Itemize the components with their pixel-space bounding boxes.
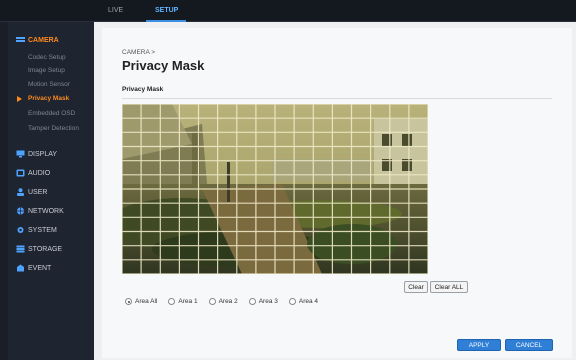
sidebar-category-event[interactable]: EVENT bbox=[16, 262, 51, 274]
radio-label: Area 4 bbox=[298, 298, 319, 305]
sidebar-category-system[interactable]: SYSTEM bbox=[16, 224, 57, 236]
area-radio-group: Area All Area 1 Area 2 Area 3 Area 4 bbox=[125, 298, 329, 305]
sidebar-item-codec-setup[interactable]: Codec Setup bbox=[28, 54, 66, 61]
network-icon bbox=[16, 207, 25, 215]
clear-all-button[interactable]: Clear ALL bbox=[430, 281, 468, 293]
radio-button[interactable] bbox=[208, 298, 216, 305]
sidebar-category-network[interactable]: NETWORK bbox=[16, 205, 64, 217]
sidebar-item-embedded-osd[interactable]: Embedded OSD bbox=[28, 110, 75, 117]
clear-button[interactable]: Clear bbox=[404, 281, 428, 293]
gear-icon bbox=[17, 227, 24, 233]
sidebar-category-label: USER bbox=[28, 188, 48, 196]
audio-icon bbox=[16, 169, 25, 177]
radio-area-4[interactable]: Area 4 bbox=[288, 298, 319, 305]
sidebar-category-audio[interactable]: AUDIO bbox=[16, 167, 50, 179]
tab-setup[interactable]: SETUP bbox=[155, 7, 178, 14]
sidebar-edge bbox=[0, 22, 8, 360]
camera-icon bbox=[16, 37, 25, 42]
sidebar-item-motion-sensor[interactable]: Motion Sensor bbox=[28, 81, 70, 88]
page-title: Privacy Mask bbox=[122, 58, 205, 73]
sidebar-category-storage[interactable]: STORAGE bbox=[16, 243, 62, 255]
radio-area-3[interactable]: Area 3 bbox=[248, 298, 278, 305]
radio-label: Area 1 bbox=[178, 298, 198, 305]
breadcrumb: CAMERA > bbox=[122, 49, 156, 56]
radio-button[interactable] bbox=[288, 298, 296, 305]
sidebar-category-label: NETWORK bbox=[28, 207, 64, 215]
sidebar-category-label: AUDIO bbox=[28, 169, 51, 177]
tab-live[interactable]: LIVE bbox=[108, 7, 123, 14]
sidebar-category-label: EVENT bbox=[28, 264, 52, 272]
radio-area-2[interactable]: Area 2 bbox=[208, 298, 238, 305]
radio-label: Area 2 bbox=[218, 298, 238, 305]
radio-button-checked[interactable] bbox=[125, 298, 132, 305]
radio-button[interactable] bbox=[168, 298, 176, 305]
radio-label: Area 3 bbox=[258, 298, 278, 305]
sidebar-item-tamper-detection[interactable]: Tamper Detection bbox=[28, 125, 79, 132]
sidebar-category-display[interactable]: DISPLAY bbox=[16, 148, 57, 160]
sidebar-item-privacy-mask[interactable]: Privacy Mask bbox=[28, 95, 69, 102]
top-nav-bar: LIVE SETUP bbox=[0, 0, 576, 22]
section-divider bbox=[122, 98, 552, 99]
sidebar-category-camera[interactable]: CAMERA bbox=[16, 34, 59, 46]
sidebar-category-label: STORAGE bbox=[28, 245, 63, 253]
sidebar-category-label: CAMERA bbox=[28, 36, 59, 44]
display-icon bbox=[16, 150, 25, 158]
mask-grid-overlay bbox=[122, 104, 428, 274]
sidebar-category-label: SYSTEM bbox=[28, 226, 57, 234]
sidebar-category-label: DISPLAY bbox=[28, 150, 58, 158]
sidebar-item-image-setup[interactable]: Image Setup bbox=[28, 67, 65, 74]
radio-label: Area All bbox=[135, 298, 158, 305]
radio-area-all[interactable]: Area All bbox=[125, 298, 157, 305]
radio-button[interactable] bbox=[248, 298, 256, 305]
user-icon bbox=[17, 188, 24, 196]
section-title: Privacy Mask bbox=[122, 86, 164, 93]
active-item-arrow-icon bbox=[17, 96, 22, 102]
radio-area-1[interactable]: Area 1 bbox=[168, 298, 198, 305]
storage-icon bbox=[16, 245, 25, 253]
privacy-mask-camera-view[interactable] bbox=[122, 104, 428, 274]
event-icon bbox=[17, 264, 24, 272]
apply-button[interactable]: APPLY bbox=[457, 339, 501, 351]
cancel-button[interactable]: CANCEL bbox=[505, 339, 553, 351]
sidebar-category-user[interactable]: USER bbox=[16, 186, 47, 198]
